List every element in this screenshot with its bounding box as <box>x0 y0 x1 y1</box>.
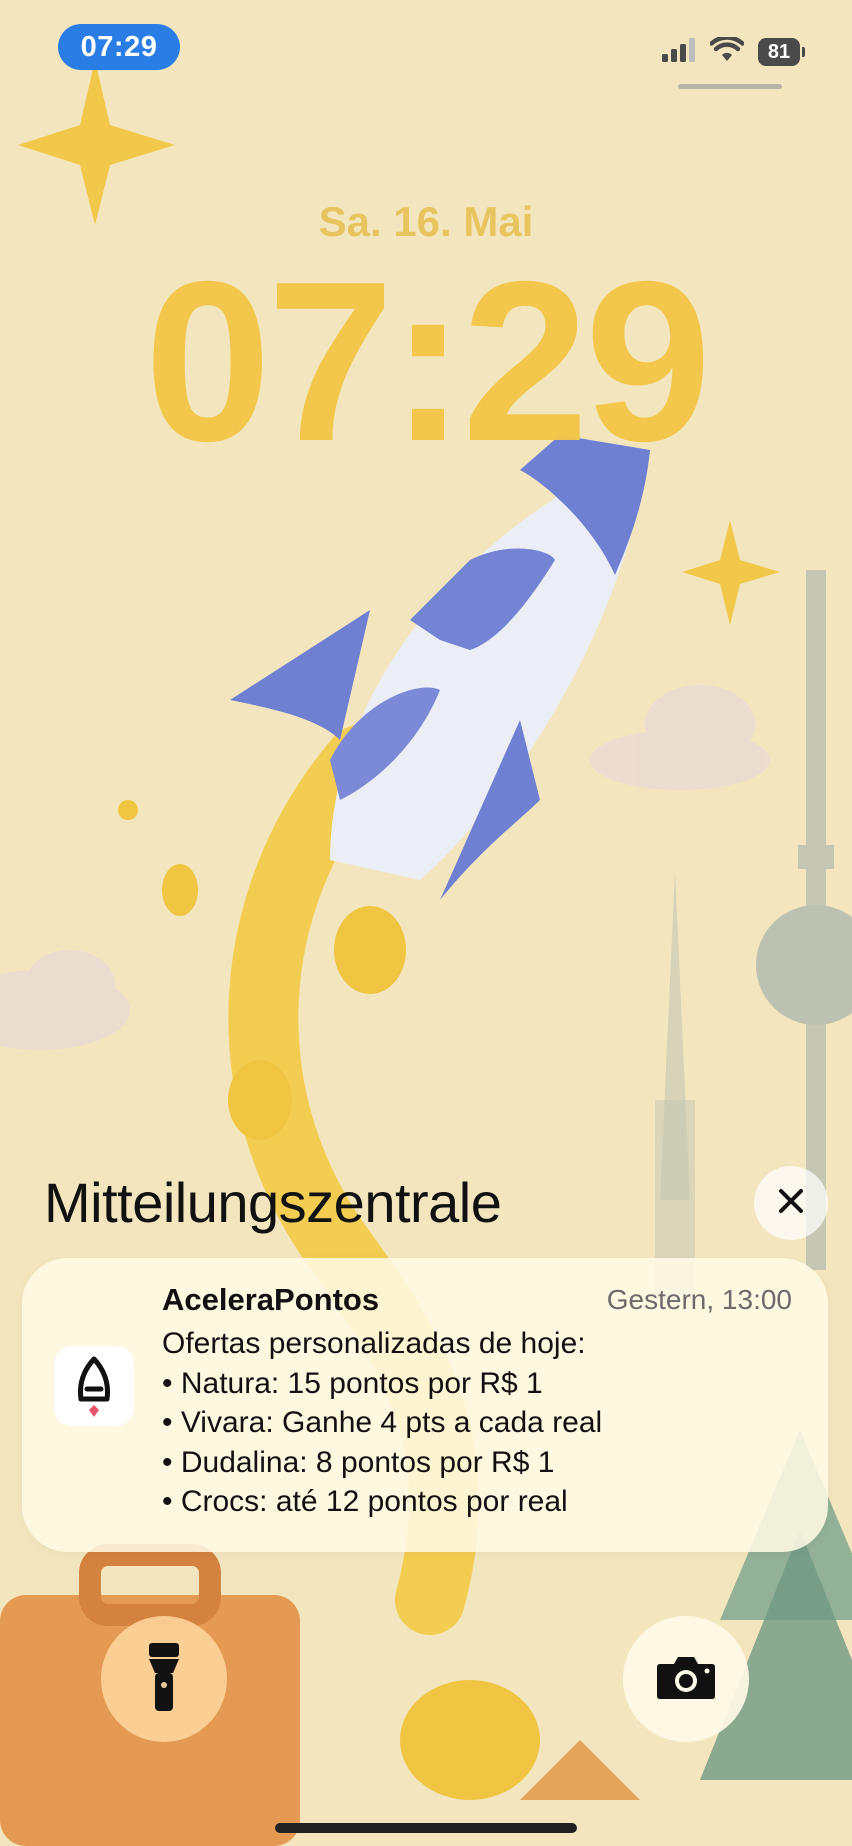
notification-center-title: Mitteilungszentrale <box>44 1171 502 1234</box>
notification-line: • Natura: 15 pontos por R$ 1 <box>162 1366 543 1400</box>
status-time-pill[interactable]: 07:29 <box>58 24 180 70</box>
notification-time: Gestern, 13:00 <box>606 1284 792 1315</box>
status-icons: 81 <box>662 34 805 68</box>
notification-app-name: AceleraPontos <box>162 1282 380 1317</box>
notification-line: • Dudalina: 8 pontos por R$ 1 <box>162 1445 555 1479</box>
wifi-icon <box>709 34 745 68</box>
camera-icon <box>656 1654 716 1705</box>
notification-line: Ofertas personalizadas de hoje: <box>162 1327 586 1360</box>
cellular-signal-icon <box>662 37 696 67</box>
notification-card[interactable]: AceleraPontos Gestern, 13:00 Ofertas per… <box>22 1258 828 1552</box>
close-notifications-button[interactable] <box>754 1166 828 1240</box>
notification-body: Ofertas personalizadas de hoje: • Natura… <box>162 1324 602 1522</box>
home-indicator[interactable] <box>275 1823 577 1833</box>
battery-icon: 81 <box>758 38 805 66</box>
flashlight-button[interactable] <box>101 1616 227 1742</box>
status-indicator-line <box>678 84 782 89</box>
close-icon <box>776 1186 806 1221</box>
flashlight-icon <box>147 1641 181 1718</box>
app-icon <box>54 1346 134 1426</box>
rocket-logo-icon <box>78 1356 110 1417</box>
camera-button[interactable] <box>623 1616 749 1742</box>
lock-screen-clock: 07:29 <box>144 235 711 489</box>
notification-line: • Crocs: até 12 pontos por real <box>162 1485 568 1518</box>
notification-line: • Vivara: Ganhe 4 pts a cada real <box>162 1406 603 1439</box>
